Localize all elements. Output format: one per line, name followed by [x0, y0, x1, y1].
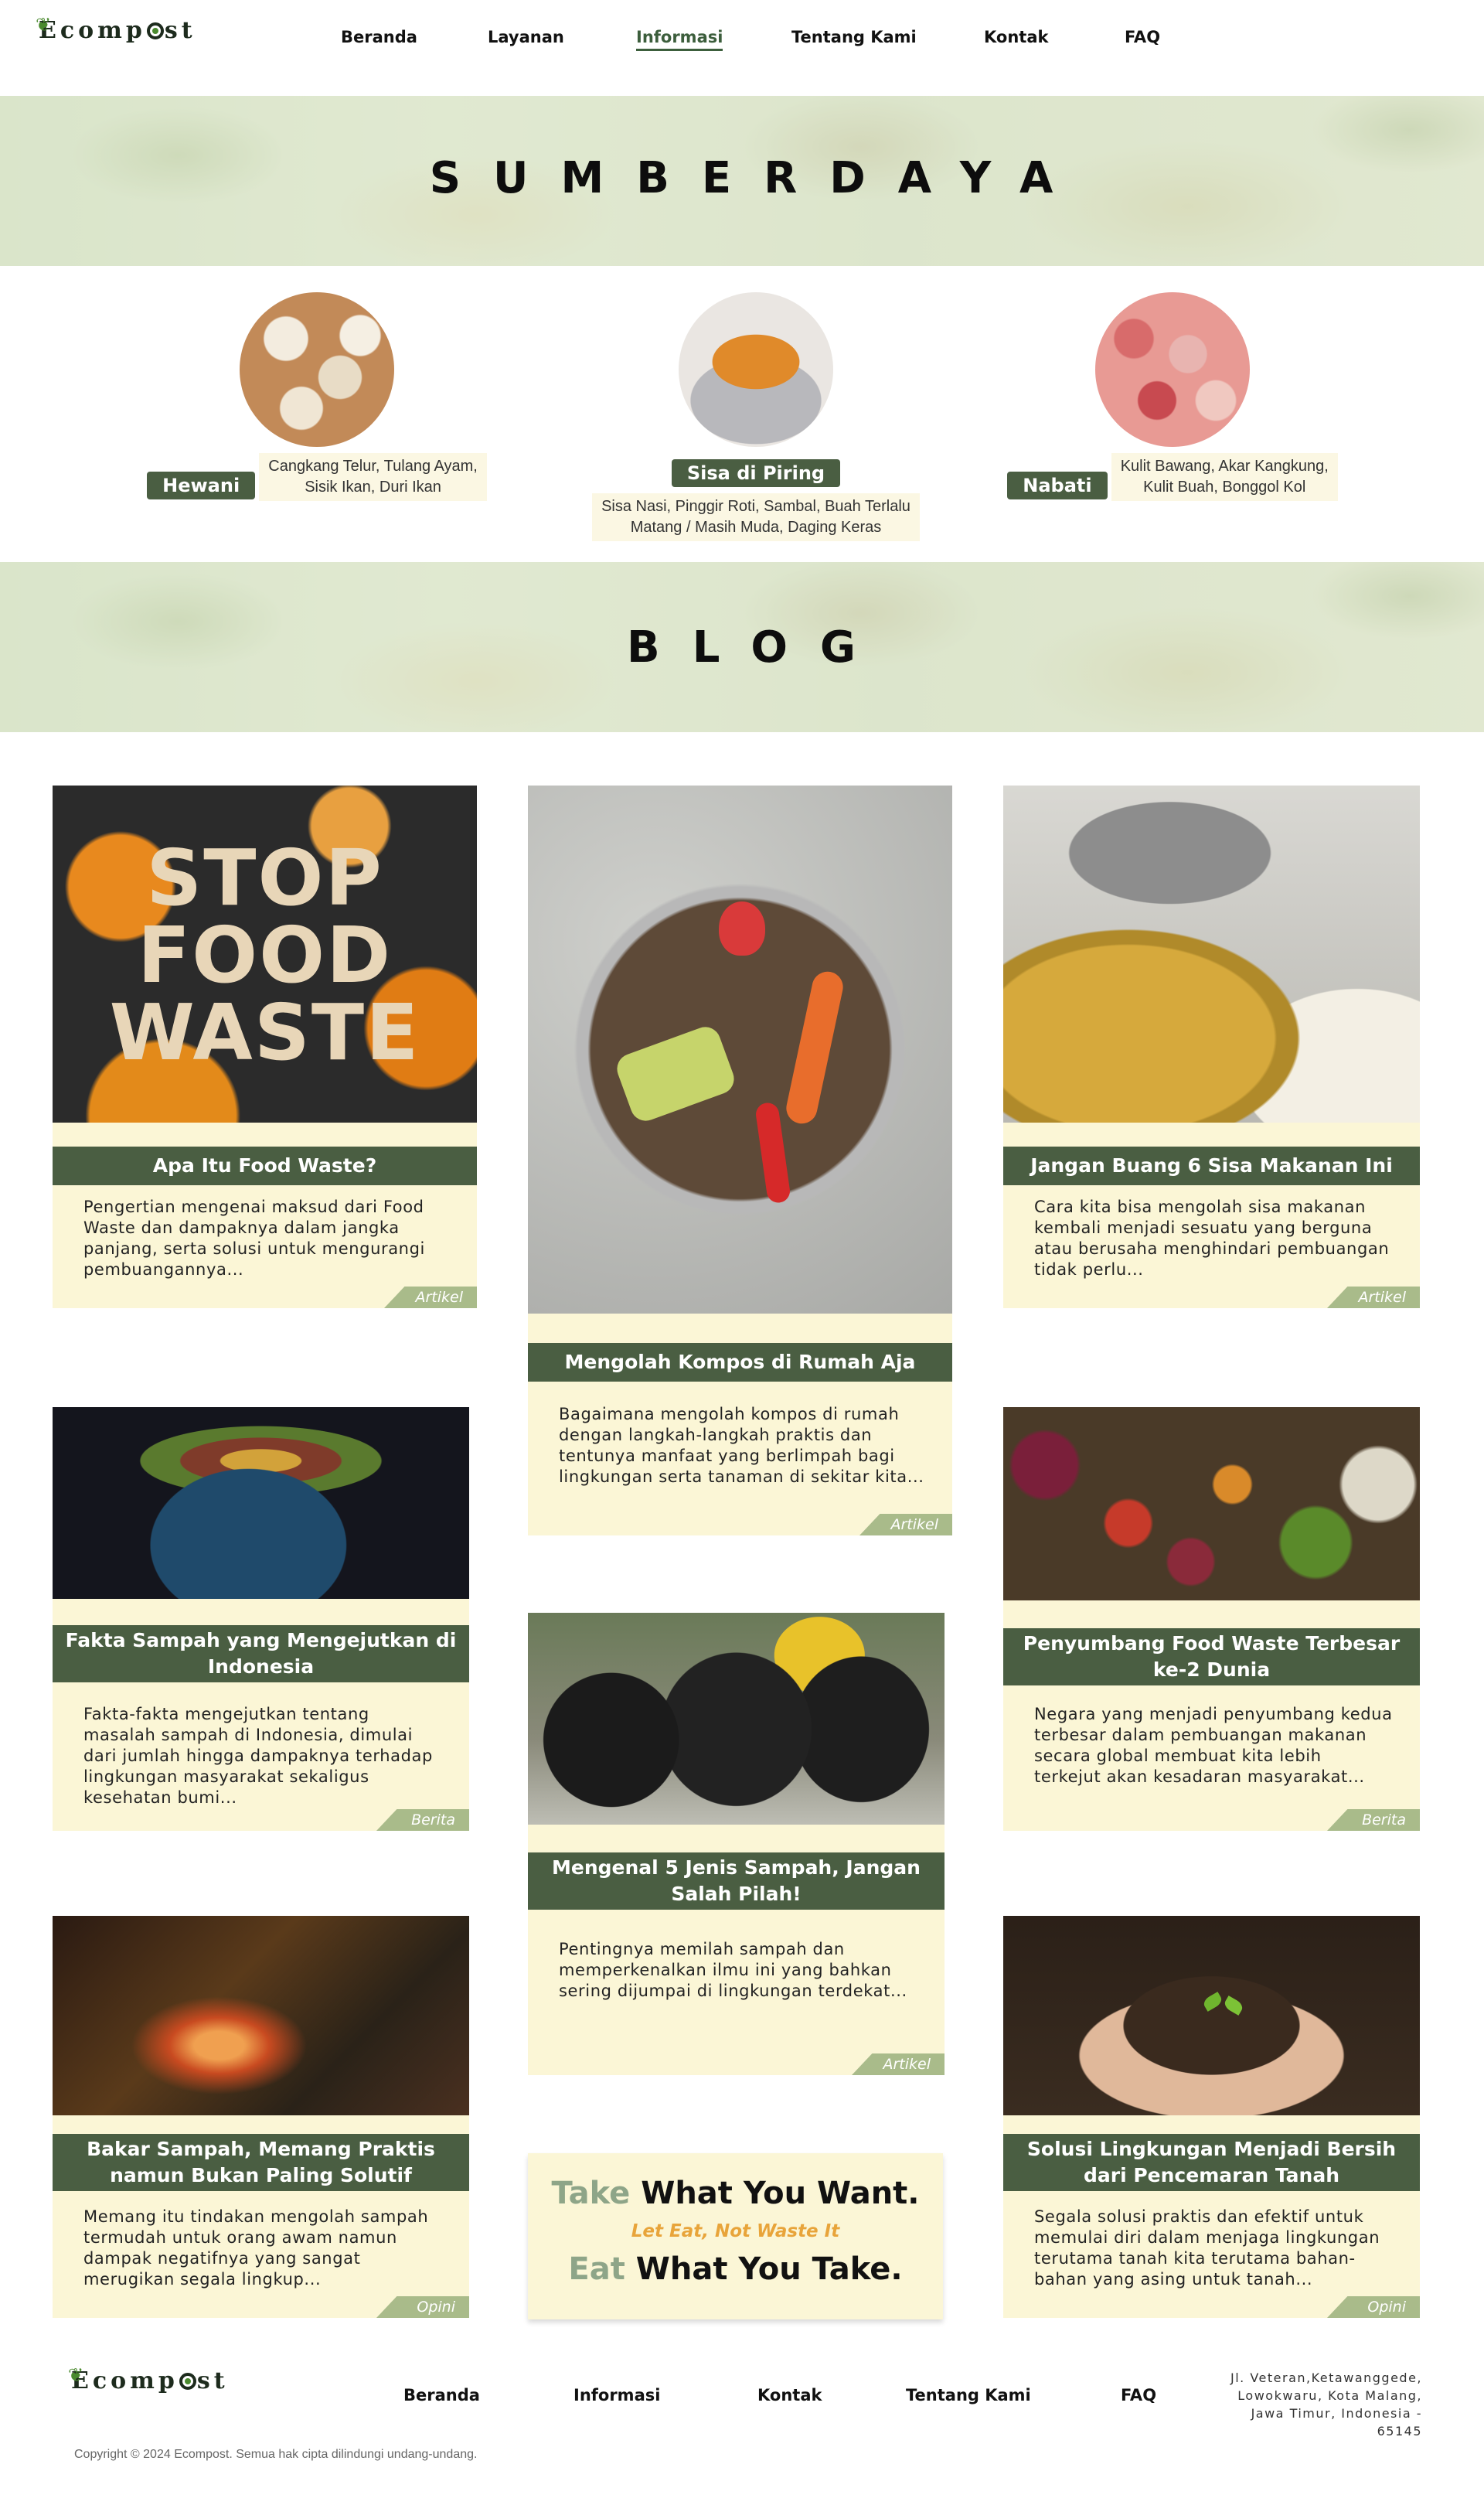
blog-card-excerpt: Pengertian mengenai maksud dari Food Was…: [83, 1198, 425, 1279]
nav-beranda[interactable]: Beranda: [341, 28, 417, 46]
footer-nav-beranda[interactable]: Beranda: [403, 2386, 480, 2404]
quote-accent: Take: [551, 2176, 631, 2211]
blog-card[interactable]: Solusi Lingkungan Menjadi Bersih dari Pe…: [1003, 1916, 1420, 2318]
footer-nav-informasi[interactable]: Informasi: [574, 2386, 660, 2404]
blog-card-excerpt: Fakta-fakta mengejutkan tentang masalah …: [83, 1705, 433, 1807]
blog-card[interactable]: STOP FOOD WASTE Apa Itu Food Waste? Peng…: [53, 786, 477, 1308]
resource-sisa-di-piring: Sisa di Piring Sisa Nasi, Pinggir Roti, …: [578, 292, 934, 541]
blog-card-title: Fakta Sampah yang Mengejutkan di Indones…: [53, 1625, 469, 1682]
quote-text: What You Take.: [625, 2251, 903, 2287]
blog-card-excerpt: Pentingnya memilah sampah dan memperkena…: [559, 1940, 907, 2000]
leaf-icon: ❦: [68, 2364, 84, 2386]
blog-card-image: [53, 1916, 469, 2115]
image-caption: STOP FOOD WASTE: [109, 833, 420, 1078]
blog-card-excerpt: Negara yang menjadi penyumbang kedua ter…: [1034, 1705, 1393, 1786]
resources-banner: SUMBERDAYA: [0, 96, 1484, 266]
blog-card-excerpt: Segala solusi praktis dan efektif untuk …: [1034, 2207, 1380, 2289]
blog-card-excerpt: Memang itu tindakan mengolah sampah term…: [83, 2207, 429, 2289]
blog-card-tag: Artikel: [859, 1514, 952, 1535]
blog-card-tag: Opini: [376, 2296, 469, 2318]
nav-informasi[interactable]: Informasi: [636, 28, 723, 51]
resource-label: Sisa di Piring: [671, 459, 841, 487]
resource-desc-line: Cangkang Telur, Tulang Ayam,: [268, 458, 478, 475]
blog-card-excerpt: Cara kita bisa mengolah sisa makanan kem…: [1034, 1198, 1390, 1279]
resource-nabati: Nabati Kulit Bawang, Akar Kangkung, Kuli…: [995, 292, 1350, 501]
site-footer: ❦ Ecomp st Beranda Informasi Kontak Tenta…: [0, 2350, 1484, 2505]
resource-label: Nabati: [1007, 472, 1108, 499]
blog-card[interactable]: Fakta Sampah yang Mengejutkan di Indones…: [53, 1407, 469, 1831]
quote-card: Take What You Want. Let Eat, Not Waste I…: [528, 2153, 943, 2319]
blog-card-title: Apa Itu Food Waste?: [53, 1147, 477, 1185]
blog-card[interactable]: Mengolah Kompos di Rumah Aja Bagaimana m…: [528, 786, 952, 1535]
blog-card-title: Bakar Sampah, Memang Praktis namun Bukan…: [53, 2134, 469, 2191]
resource-desc-line: Kulit Buah, Bonggol Kol: [1143, 479, 1306, 496]
resource-label: Hewani: [147, 472, 256, 499]
blog-card[interactable]: Mengenal 5 Jenis Sampah, Jangan Salah Pi…: [528, 1613, 945, 2075]
resource-desc-line: Sisa Nasi, Pinggir Roti, Sambal, Buah Te…: [601, 498, 910, 515]
blog-card-tag: Opini: [1327, 2296, 1420, 2318]
logo-text: Ecomp st: [71, 2367, 229, 2394]
blog-card-tag: Berita: [1327, 1809, 1420, 1831]
quote-subtitle: Let Eat, Not Waste It: [631, 2221, 840, 2241]
blog-card-image: STOP FOOD WASTE: [53, 786, 477, 1123]
footer-logo[interactable]: ❦ Ecomp st: [68, 2364, 229, 2394]
main-nav: Beranda Layanan Informasi Tentang Kami K…: [0, 28, 1484, 56]
blog-card-image: [53, 1407, 469, 1599]
blog-card-tag: Artikel: [852, 2053, 945, 2075]
footer-nav-faq[interactable]: FAQ: [1121, 2386, 1156, 2404]
resource-description: Sisa Nasi, Pinggir Roti, Sambal, Buah Te…: [592, 493, 920, 541]
blog-card-title: Penyumbang Food Waste Terbesar ke-2 Duni…: [1003, 1628, 1420, 1685]
blog-card[interactable]: Penyumbang Food Waste Terbesar ke-2 Duni…: [1003, 1407, 1420, 1831]
nav-faq[interactable]: FAQ: [1125, 28, 1160, 46]
site-header: ❦ Ecomp st Beranda Layanan Informasi Tent…: [0, 0, 1484, 87]
resource-desc-line: Sisik Ikan, Duri Ikan: [305, 479, 441, 496]
copyright: Copyright © 2024 Ecompost. Semua hak cip…: [74, 2448, 478, 2461]
resource-description: Kulit Bawang, Akar Kangkung, Kulit Buah,…: [1111, 453, 1338, 501]
blog-card-title: Mengolah Kompos di Rumah Aja: [528, 1343, 952, 1382]
footer-nav-kontak[interactable]: Kontak: [757, 2386, 822, 2404]
quote-line-1: Take What You Want.: [528, 2172, 943, 2215]
blog-card-title: Mengenal 5 Jenis Sampah, Jangan Salah Pi…: [528, 1852, 945, 1910]
resource-description: Cangkang Telur, Tulang Ayam, Sisik Ikan,…: [259, 453, 487, 501]
nav-layanan[interactable]: Layanan: [488, 28, 564, 46]
nav-kontak[interactable]: Kontak: [984, 28, 1048, 46]
blog-card-tag: Artikel: [384, 1287, 477, 1308]
logo-o-icon: [179, 2373, 196, 2390]
quote-accent: Eat: [568, 2251, 625, 2287]
blog-card[interactable]: Jangan Buang 6 Sisa Makanan Ini Cara kit…: [1003, 786, 1420, 1308]
blog-card-image: [1003, 1916, 1420, 2115]
footer-address: Jl. Veteran,Ketawanggede, Lowokwaru, Kot…: [1230, 2370, 1422, 2439]
quote-line-2: Eat What You Take.: [528, 2248, 943, 2291]
resource-image-onion-skins: [1095, 292, 1250, 447]
blog-card-title: Solusi Lingkungan Menjadi Bersih dari Pe…: [1003, 2134, 1420, 2191]
blog-card-image: [1003, 1407, 1420, 1600]
quote-text: What You Want.: [630, 2176, 920, 2211]
blog-card-image: [528, 1613, 945, 1825]
nav-tentang-kami[interactable]: Tentang Kami: [791, 28, 917, 46]
blog-banner: BLOG: [0, 562, 1484, 732]
resource-hewani: Hewani Cangkang Telur, Tulang Ayam, Sisi…: [139, 292, 495, 501]
blog-card-tag: Artikel: [1327, 1287, 1420, 1308]
blog-card-image: [1003, 786, 1420, 1123]
resource-image-plate-leftovers: [679, 292, 833, 447]
resource-desc-line: Matang / Masih Muda, Daging Keras: [630, 519, 882, 536]
blog-card-tag: Berita: [376, 1809, 469, 1831]
resource-desc-line: Kulit Bawang, Akar Kangkung,: [1120, 458, 1329, 475]
resources-title: SUMBERDAYA: [429, 153, 1086, 203]
blog-card-excerpt: Bagaimana mengolah kompos di rumah denga…: [559, 1405, 924, 1486]
resource-image-eggshells: [240, 292, 394, 447]
blog-title: BLOG: [627, 622, 888, 673]
blog-card-title: Jangan Buang 6 Sisa Makanan Ini: [1003, 1147, 1420, 1185]
footer-nav-tentang-kami[interactable]: Tentang Kami: [906, 2386, 1031, 2404]
blog-card[interactable]: Bakar Sampah, Memang Praktis namun Bukan…: [53, 1916, 469, 2318]
blog-card-image: [528, 786, 952, 1314]
